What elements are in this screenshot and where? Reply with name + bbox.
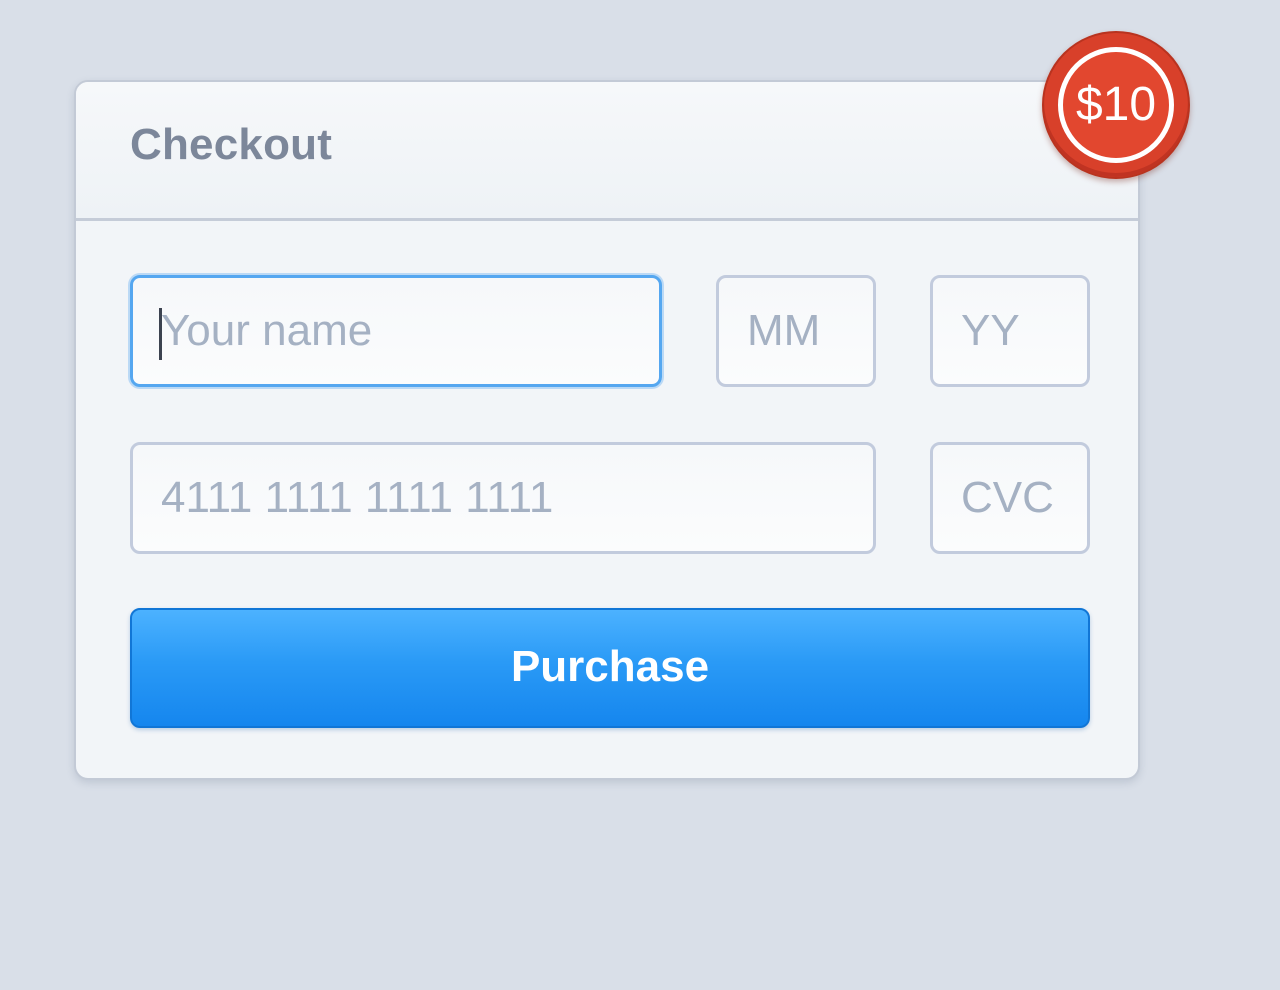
expiry-month-input[interactable]: MM (716, 275, 876, 387)
price-badge: $10 (1042, 31, 1190, 179)
card-header: Checkout (76, 82, 1138, 221)
name-input-placeholder: Your name (161, 306, 373, 355)
price-badge-label: $10 (1075, 78, 1157, 131)
expiry-year-input[interactable]: YY (930, 275, 1090, 387)
page-title: Checkout (130, 120, 333, 169)
purchase-button[interactable]: Purchase (130, 608, 1090, 728)
checkout-card: Checkout Your name MM YY 4111 1111 1111 … (74, 80, 1140, 780)
price-badge-ring: $10 (1058, 47, 1174, 163)
expiry-month-placeholder: MM (747, 306, 821, 355)
cvc-input[interactable]: CVC (930, 442, 1090, 554)
card-number-input[interactable]: 4111 1111 1111 1111 (130, 442, 876, 554)
card-number-placeholder: 4111 1111 1111 1111 (161, 473, 554, 522)
expiry-year-placeholder: YY (961, 306, 1020, 355)
name-input[interactable]: Your name (130, 275, 662, 387)
cvc-placeholder: CVC (961, 473, 1054, 522)
